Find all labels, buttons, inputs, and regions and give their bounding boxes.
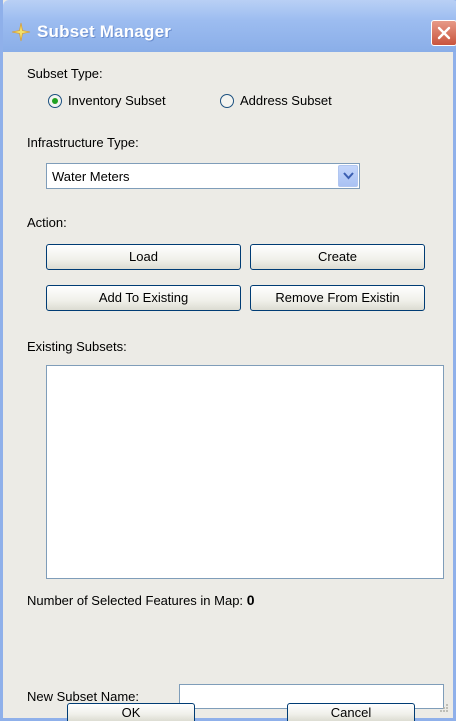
dropdown-button[interactable] — [338, 165, 358, 187]
inventory-subset-label[interactable]: Inventory Subset — [68, 93, 166, 108]
radio-selected-dot — [52, 98, 58, 104]
subset-type-label: Subset Type: — [27, 66, 103, 81]
infrastructure-type-label: Infrastructure Type: — [27, 135, 139, 150]
load-button[interactable]: Load — [46, 244, 241, 270]
ok-button[interactable]: OK — [67, 703, 195, 721]
selected-features-count: 0 — [246, 592, 255, 608]
app-sparkle-icon — [11, 22, 31, 42]
resize-grip-icon[interactable] — [439, 701, 449, 716]
create-button[interactable]: Create — [250, 244, 425, 270]
title-bar[interactable]: Subset Manager — [3, 0, 456, 52]
window-title: Subset Manager — [37, 22, 172, 41]
action-label: Action: — [27, 215, 67, 230]
add-to-existing-button[interactable]: Add To Existing — [46, 285, 241, 311]
radio-address-subset[interactable] — [220, 94, 234, 108]
remove-from-existing-button[interactable]: Remove From Existin — [250, 285, 425, 311]
subset-manager-window: Subset Manager Subset Type: Inventory Su… — [0, 0, 456, 721]
new-subset-name-label: New Subset Name: — [27, 689, 139, 704]
infrastructure-type-value: Water Meters — [52, 169, 130, 184]
infrastructure-type-select[interactable]: Water Meters — [46, 163, 360, 189]
existing-subsets-label: Existing Subsets: — [27, 339, 127, 354]
selected-features-text: Number of Selected Features in Map: — [27, 593, 244, 608]
existing-subsets-list[interactable] — [46, 365, 444, 579]
close-button[interactable] — [431, 20, 456, 46]
close-icon — [437, 26, 451, 40]
radio-inventory-subset[interactable] — [48, 94, 62, 108]
chevron-down-icon — [343, 172, 354, 180]
cancel-button[interactable]: Cancel — [287, 703, 415, 721]
selected-features-label: Number of Selected Features in Map: 0 — [27, 592, 254, 608]
address-subset-label[interactable]: Address Subset — [240, 93, 332, 108]
